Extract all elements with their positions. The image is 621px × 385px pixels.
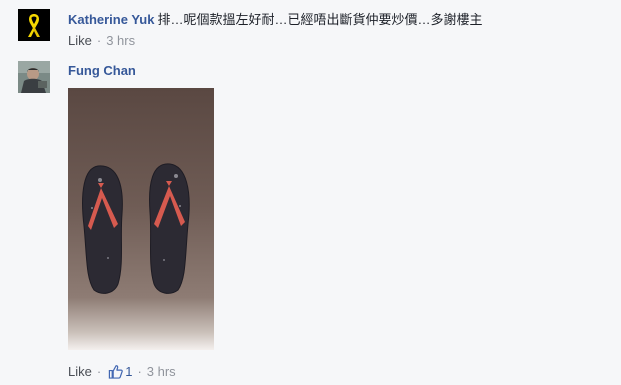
person-photo [18,61,50,93]
separator-dot: · [96,364,102,379]
like-link[interactable]: Like [68,364,92,379]
separator-dot: · [137,364,142,379]
comment-fung: Fung Chan Like · 1 · 3 hrs [0,0,621,385]
comment-meta: Like · 1 · 3 hrs [68,364,176,379]
flip-flops-photo [68,88,214,350]
thumbs-up-icon[interactable] [108,364,124,379]
avatar[interactable] [18,61,50,93]
attached-photo[interactable] [68,88,214,350]
like-count[interactable]: 1 [125,364,132,379]
author-name[interactable]: Fung Chan [68,63,136,78]
comment-author-link[interactable]: Fung Chan [68,63,136,78]
timestamp[interactable]: 3 hrs [147,364,176,379]
